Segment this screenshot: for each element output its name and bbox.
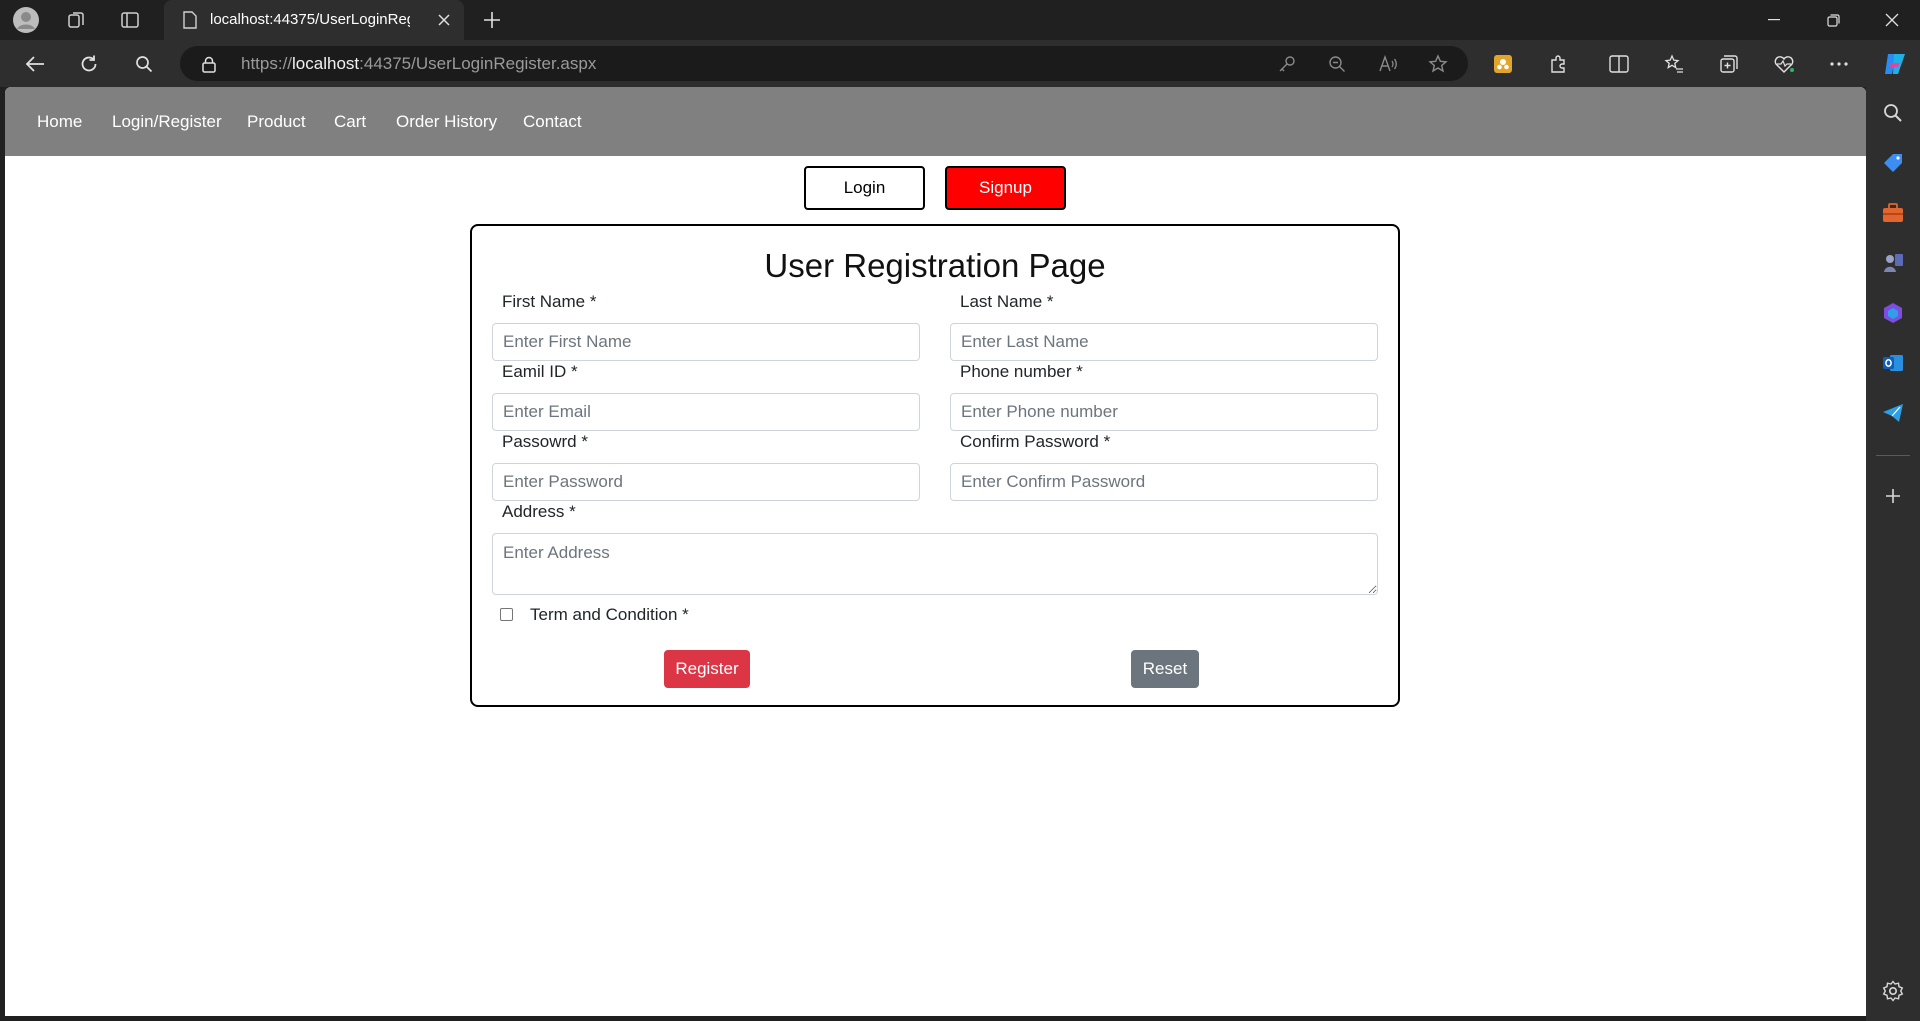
back-icon[interactable] — [22, 51, 48, 77]
last-name-input[interactable] — [950, 323, 1378, 361]
terms-checkbox[interactable] — [500, 608, 513, 621]
tools-icon[interactable] — [1879, 199, 1907, 227]
browser-titlebar: localhost:44375/UserLoginRegist — [0, 0, 1920, 40]
first-name-label: First Name * — [502, 292, 597, 311]
password-label: Passowrd * — [502, 432, 588, 451]
copilot-icon[interactable] — [1880, 49, 1910, 79]
nav-home[interactable]: Home — [37, 112, 82, 132]
extension-colored-icon[interactable] — [1491, 52, 1515, 76]
url-text[interactable]: https://localhost:44375/UserLoginRegiste… — [241, 54, 596, 74]
add-icon[interactable] — [1879, 482, 1907, 510]
sidebar-divider — [1876, 455, 1910, 456]
restore-icon[interactable] — [1821, 8, 1845, 32]
nav-cart[interactable]: Cart — [334, 112, 366, 132]
last-name-label: Last Name * — [960, 292, 1054, 311]
refresh-icon[interactable] — [76, 51, 102, 77]
password-input[interactable] — [492, 463, 920, 501]
site-navbar: Home Login/Register Product Cart Order H… — [5, 87, 1866, 156]
address-label: Address * — [502, 502, 576, 521]
key-icon[interactable] — [1275, 52, 1299, 76]
split-screen-icon[interactable] — [1607, 52, 1631, 76]
nav-order-history[interactable]: Order History — [396, 112, 497, 132]
address-bar[interactable]: https://localhost:44375/UserLoginRegiste… — [180, 46, 1468, 81]
collections-icon[interactable] — [1717, 52, 1741, 76]
browser-sidebar — [1866, 87, 1920, 1021]
nav-contact[interactable]: Contact — [523, 112, 582, 132]
page-icon — [180, 10, 200, 30]
login-toggle-button[interactable]: Login — [804, 166, 925, 210]
terms-label: Term and Condition * — [530, 605, 689, 624]
page-viewport: Home Login/Register Product Cart Order H… — [5, 87, 1866, 1016]
register-button[interactable]: Register — [664, 650, 750, 688]
email-input[interactable] — [492, 393, 920, 431]
search-icon[interactable] — [1879, 99, 1907, 127]
close-tab-icon[interactable] — [434, 10, 454, 30]
close-window-icon[interactable] — [1880, 8, 1904, 32]
registration-form: User Registration Page First Name * Last… — [470, 224, 1400, 707]
page-title: User Registration Page — [764, 247, 1106, 284]
new-tab-icon[interactable] — [480, 8, 504, 32]
more-icon[interactable] — [1827, 52, 1851, 76]
email-label: Eamil ID * — [502, 362, 578, 381]
signup-toggle-button[interactable]: Signup — [945, 166, 1066, 210]
read-aloud-icon[interactable] — [1376, 52, 1400, 76]
confirm-password-label: Confirm Password * — [960, 432, 1111, 451]
phone-label: Phone number * — [960, 362, 1083, 381]
active-tab[interactable]: localhost:44375/UserLoginRegist — [164, 0, 464, 40]
performance-icon[interactable] — [1772, 52, 1796, 76]
tab-actions-icon[interactable] — [118, 8, 142, 32]
workspaces-icon[interactable] — [64, 8, 88, 32]
reset-button[interactable]: Reset — [1131, 650, 1199, 688]
first-name-input[interactable] — [492, 323, 920, 361]
nav-login-register[interactable]: Login/Register — [112, 112, 222, 132]
lock-icon[interactable] — [200, 54, 218, 74]
zoom-out-icon[interactable] — [1325, 52, 1349, 76]
search-icon[interactable] — [131, 51, 157, 77]
profile-icon[interactable] — [12, 6, 40, 34]
confirm-password-input[interactable] — [950, 463, 1378, 501]
games-icon[interactable] — [1879, 249, 1907, 277]
settings-icon[interactable] — [1879, 977, 1907, 1005]
office-icon[interactable] — [1879, 299, 1907, 327]
outlook-icon[interactable] — [1879, 349, 1907, 377]
telegram-icon[interactable] — [1879, 399, 1907, 427]
nav-product[interactable]: Product — [247, 112, 306, 132]
extensions-icon[interactable] — [1546, 52, 1570, 76]
shopping-icon[interactable] — [1879, 149, 1907, 177]
address-textarea[interactable] — [492, 533, 1378, 595]
favorites-icon[interactable] — [1662, 52, 1686, 76]
phone-input[interactable] — [950, 393, 1378, 431]
favorite-star-icon[interactable] — [1426, 52, 1450, 76]
minimize-icon[interactable] — [1762, 8, 1786, 32]
tab-title: localhost:44375/UserLoginRegist — [210, 11, 410, 28]
